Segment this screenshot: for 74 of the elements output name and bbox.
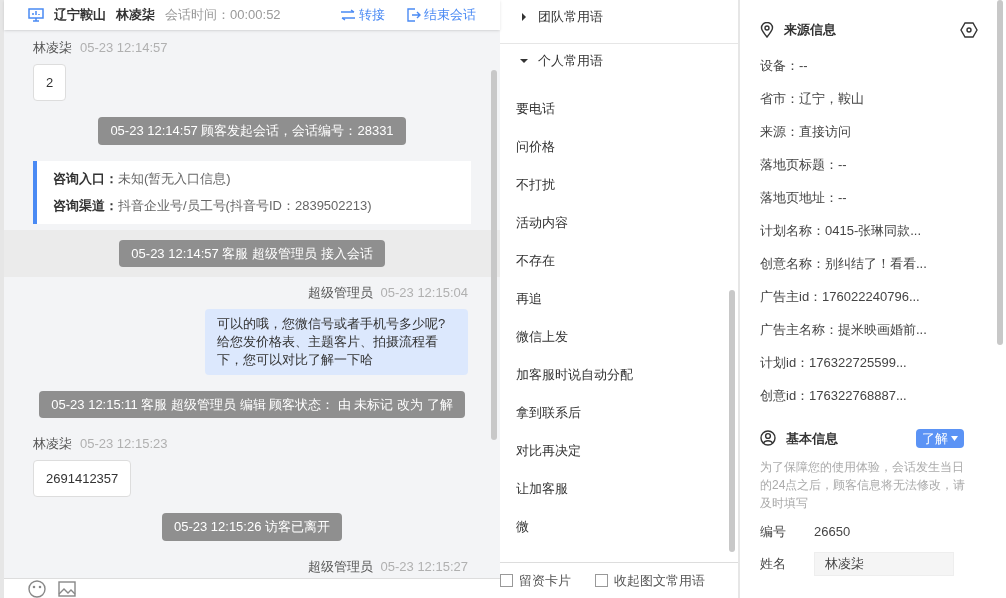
phrase-item[interactable]: 对比再决定 (500, 432, 738, 470)
section-title: 基本信息 (786, 429, 838, 448)
sender-name: 林凌柒 (33, 39, 72, 57)
phrase-item[interactable]: 活动内容 (500, 204, 738, 242)
source-field: 落地页地址：-- (760, 181, 986, 215)
system-notice: 05-23 12:14:57 顾客发起会话，会话编号：28331 (98, 117, 406, 145)
exit-icon (407, 8, 421, 22)
message-time: 05-23 12:15:23 (80, 435, 168, 453)
checkbox[interactable] (595, 574, 608, 587)
caret-right-icon (520, 13, 528, 21)
monitor-icon (28, 8, 44, 22)
section-title: 来源信息 (784, 21, 836, 39)
phrase-item[interactable]: 不存在 (500, 242, 738, 280)
phrase-item[interactable]: 微信上发 (500, 318, 738, 356)
location-pin-icon (760, 21, 774, 38)
message-time: 05-23 12:15:04 (380, 284, 468, 302)
settings-icon[interactable] (960, 21, 978, 38)
source-field: 落地页标题：-- (760, 148, 986, 182)
emoji-icon[interactable] (28, 579, 46, 598)
session-duration: 会话时间：00:00:52 (165, 6, 281, 25)
phrase-group-toggle[interactable]: 个人常用语 (500, 44, 738, 78)
system-notice: 05-23 12:15:11 客服 超级管理员 编辑 顾客状态： 由 未标记 改为 了解 (39, 390, 465, 418)
user-icon (760, 430, 776, 447)
field-value: 26650 (814, 523, 851, 541)
message-time: 05-23 12:15:27 (380, 557, 468, 576)
name-input[interactable]: 林凌柒 (814, 551, 954, 576)
system-notice: 05-23 12:15:26 访客已离开 (161, 513, 343, 541)
source-field: 计划名称：0415-张琳同款... (760, 214, 986, 248)
system-notice: 05-23 12:14:57 客服 超级管理员 接入会话 (119, 239, 385, 267)
scrollbar-thumb[interactable] (729, 290, 735, 552)
phrase-item[interactable]: 拿到联系后 (500, 394, 738, 432)
scrollbar-thumb[interactable] (997, 0, 1003, 345)
source-field: 计划id：176322725599... (760, 346, 986, 380)
visitor-region: 辽宁鞍山 (54, 6, 106, 25)
image-icon[interactable] (58, 580, 76, 597)
scrollbar-thumb[interactable] (491, 70, 497, 440)
phrase-item[interactable]: 让加客服 (500, 470, 738, 508)
visitor-name: 林凌柒 (116, 6, 155, 25)
phrase-item[interactable]: 再追 (500, 280, 738, 318)
phrase-item[interactable]: 加客服时说自动分配 (500, 356, 738, 394)
notice-text: 为了保障您的使用体验，会话发生当日的24点之后，顾客信息将无法修改，请及时填写 (760, 459, 967, 512)
field-label: 编号 (760, 523, 787, 541)
info-label: 咨询入口： (53, 169, 118, 188)
sender-name: 超级管理员 (307, 284, 373, 302)
field-label: 姓名 (760, 554, 787, 573)
caret-icon (951, 435, 958, 441)
phrase-item[interactable]: 要电话 (500, 90, 738, 128)
message-time: 05-23 12:14:57 (80, 39, 168, 57)
info-value: 未知(暂无入口信息) (118, 169, 231, 188)
checkbox-label: 留资卡片 (519, 571, 571, 590)
phrase-item[interactable]: 微 (500, 508, 738, 546)
message-bubble: 2 (33, 63, 67, 101)
source-field: 来源：直接访问 (760, 115, 986, 149)
phrase-item[interactable]: 问价格 (500, 128, 738, 166)
end-session-button[interactable]: 结束会话 (407, 5, 476, 25)
checkbox-label: 收起图文常用语 (614, 571, 705, 590)
source-field: 创意名称：别纠结了！看看... (760, 247, 986, 281)
info-label: 咨询渠道： (53, 197, 118, 215)
message-bubble: 可以的哦，您微信号或者手机号多少呢?给您发价格表、主题客片、拍摄流程看下，您可以对比了解一下哈 (205, 308, 468, 375)
message-bubble: 2691412357 (33, 459, 132, 497)
source-field: 广告主id：176022240796... (760, 280, 986, 314)
checkbox[interactable] (500, 574, 513, 587)
source-field: 设备：-- (760, 49, 986, 83)
source-field: 省市：辽宁，鞍山 (760, 82, 986, 116)
phrase-group-toggle[interactable]: 团队常用语 (500, 0, 738, 34)
sender-name: 林凌柒 (33, 435, 72, 453)
info-value: 抖音企业号/员工号(抖音号ID：2839502213) (118, 197, 372, 215)
phrase-item[interactable]: 不打扰 (500, 166, 738, 204)
source-field: 广告主名称：提米映画婚前... (760, 313, 986, 347)
source-field: 创意id：176322768887... (760, 379, 986, 413)
sender-name: 超级管理员 (307, 557, 373, 576)
swap-icon (340, 9, 356, 21)
caret-down-icon (520, 57, 528, 65)
transfer-button[interactable]: 转接 (340, 5, 385, 25)
